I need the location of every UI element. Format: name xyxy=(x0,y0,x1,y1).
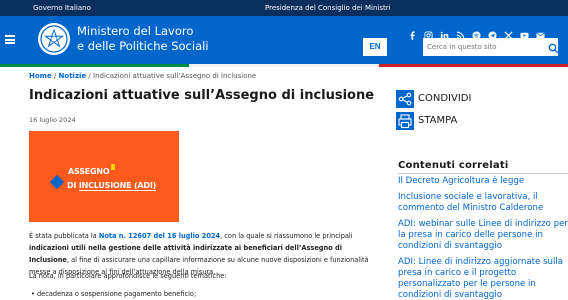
share-label: CONDIVIDI xyxy=(418,93,472,104)
top-bar: Governo Italiano Presidenza del Consigli… xyxy=(0,0,568,16)
print-button[interactable]: STAMPA xyxy=(396,112,516,130)
social-links xyxy=(408,25,545,40)
youtube-icon[interactable] xyxy=(520,25,529,39)
search-input[interactable] xyxy=(423,38,558,56)
article-paragraph-2: La nota, in particolare approfondisce le… xyxy=(29,272,227,280)
hero-image: ASSEGNO DI INCLUSIONE (ADI) xyxy=(29,131,179,222)
mail-icon[interactable] xyxy=(536,25,545,39)
paragraph-text: , con la quale si riassumono le principa… xyxy=(220,232,353,240)
article-paragraph: È stata pubblicata la Nota n. 12607 del … xyxy=(29,230,379,278)
republic-emblem-icon[interactable] xyxy=(38,23,70,55)
hero-text-di: DI xyxy=(67,181,79,190)
search-icon[interactable] xyxy=(548,40,559,54)
related-link[interactable]: Inclusione sociale e lavorativa, il comm… xyxy=(398,192,568,214)
related-content-title: Contenuti correlati xyxy=(398,160,509,171)
print-icon xyxy=(396,112,414,130)
facebook-icon[interactable] xyxy=(408,25,417,40)
instagram-icon[interactable] xyxy=(424,25,433,40)
related-content-list: Il Decreto Agricoltura è legge Inclusion… xyxy=(398,176,568,300)
breadcrumb-home[interactable]: Home xyxy=(29,72,52,80)
list-item: decadenza o sospensione pagamento benefi… xyxy=(31,290,196,298)
print-label: STAMPA xyxy=(418,115,458,126)
spotify-icon[interactable] xyxy=(472,25,481,40)
share-icon xyxy=(396,90,414,108)
linkedin-icon[interactable] xyxy=(440,25,449,40)
telegram-icon[interactable] xyxy=(488,25,497,40)
paragraph-text: È stata pubblicata la xyxy=(29,232,99,240)
article-date: 16 luglio 2024 xyxy=(29,116,76,124)
breadcrumb-current: Indicazioni attuative sull’Assegno di in… xyxy=(93,72,257,80)
language-button[interactable]: EN xyxy=(363,38,387,56)
hero-text-inclusione: INCLUSIONE (ADI) xyxy=(78,181,157,191)
page-title: Indicazioni attuative sull’Assegno di in… xyxy=(29,88,375,103)
breadcrumb: Home / Notizie / Indicazioni attuative s… xyxy=(29,72,256,80)
tricolor-divider xyxy=(0,64,568,67)
related-link[interactable]: ADI: webinar sulle Linee di indirizzo pe… xyxy=(398,219,568,252)
breadcrumb-separator: / xyxy=(53,72,57,80)
yellow-mark xyxy=(111,164,115,170)
menu-icon[interactable] xyxy=(5,35,15,44)
hero-text-line-1: ASSEGNO xyxy=(68,167,110,176)
presidenza-link[interactable]: Presidenza del Consiglio dei Ministri xyxy=(265,4,391,12)
hero-text-line-2: DI INCLUSIONE (ADI) xyxy=(67,181,157,191)
share-button[interactable]: CONDIVIDI xyxy=(396,90,516,108)
breadcrumb-separator: / xyxy=(88,72,91,80)
related-link[interactable]: Il Decreto Agricoltura è legge xyxy=(398,176,568,187)
diamond-shape xyxy=(49,174,65,190)
breadcrumb-notizie[interactable]: Notizie xyxy=(59,72,87,80)
x-icon[interactable] xyxy=(504,25,513,40)
ministry-name[interactable]: Ministero del Lavoro e delle Politiche S… xyxy=(77,24,209,54)
related-link[interactable]: ADI: Linee di indirizzo aggiornate sulla… xyxy=(398,257,568,300)
divider xyxy=(398,173,568,174)
brand-line-2: e delle Politiche Sociali xyxy=(77,39,209,53)
rss-icon[interactable] xyxy=(456,25,465,40)
nota-link[interactable]: Nota n. 12607 del 16 luglio 2024 xyxy=(99,232,220,240)
governo-italiano-link[interactable]: Governo Italiano xyxy=(33,4,91,12)
brand-line-1: Ministero del Lavoro xyxy=(77,24,194,38)
